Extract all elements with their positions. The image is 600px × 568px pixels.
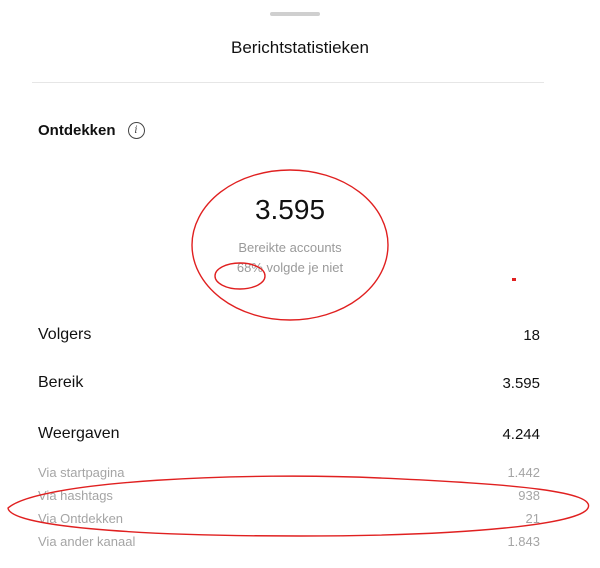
stat-label: Volgers bbox=[38, 326, 92, 343]
stat-label: Weergaven bbox=[38, 425, 120, 442]
substat-value: 1.442 bbox=[507, 465, 540, 480]
annotation-layer bbox=[7, 169, 590, 537]
drag-handle[interactable] bbox=[270, 12, 320, 16]
red-mark bbox=[512, 278, 516, 281]
substat-row-home: Via startpagina 1.442 bbox=[38, 465, 540, 480]
reached-accounts-value: 3.595 bbox=[254, 194, 326, 225]
substat-value: 938 bbox=[518, 488, 540, 503]
substat-label: Via ander kanaal bbox=[38, 534, 136, 549]
substat-row-explore: Via Ontdekken 21 bbox=[38, 511, 540, 526]
substat-row-other: Via ander kanaal 1.843 bbox=[38, 534, 540, 549]
not-following-label: 68% volgde je niet bbox=[236, 260, 344, 275]
substat-label: Via startpagina bbox=[38, 465, 125, 480]
substat-value: 21 bbox=[525, 511, 540, 526]
sheet-title: Berichtstatistieken bbox=[231, 38, 369, 57]
substat-label: Via Ontdekken bbox=[38, 511, 124, 526]
section-header: Ontdekken i bbox=[38, 122, 145, 139]
substat-row-hashtags: Via hashtags 938 bbox=[38, 488, 540, 503]
stat-row-followers: Volgers 18 bbox=[38, 326, 540, 344]
reached-accounts-label: Bereikte accounts bbox=[238, 240, 342, 255]
stat-value: 18 bbox=[523, 326, 540, 344]
stat-value: 4.244 bbox=[502, 425, 540, 443]
divider bbox=[32, 82, 544, 83]
stat-label: Bereik bbox=[38, 374, 84, 391]
stat-value: 3.595 bbox=[502, 374, 540, 392]
substat-value: 1.843 bbox=[507, 534, 540, 549]
stat-row-reach: Bereik 3.595 bbox=[38, 374, 540, 392]
stat-row-impressions: Weergaven 4.244 bbox=[38, 425, 540, 443]
section-title: Ontdekken bbox=[38, 122, 116, 139]
annotation-ellipse-hashtags bbox=[7, 475, 590, 537]
substat-label: Via hashtags bbox=[38, 488, 113, 503]
info-icon[interactable]: i bbox=[127, 122, 145, 139]
